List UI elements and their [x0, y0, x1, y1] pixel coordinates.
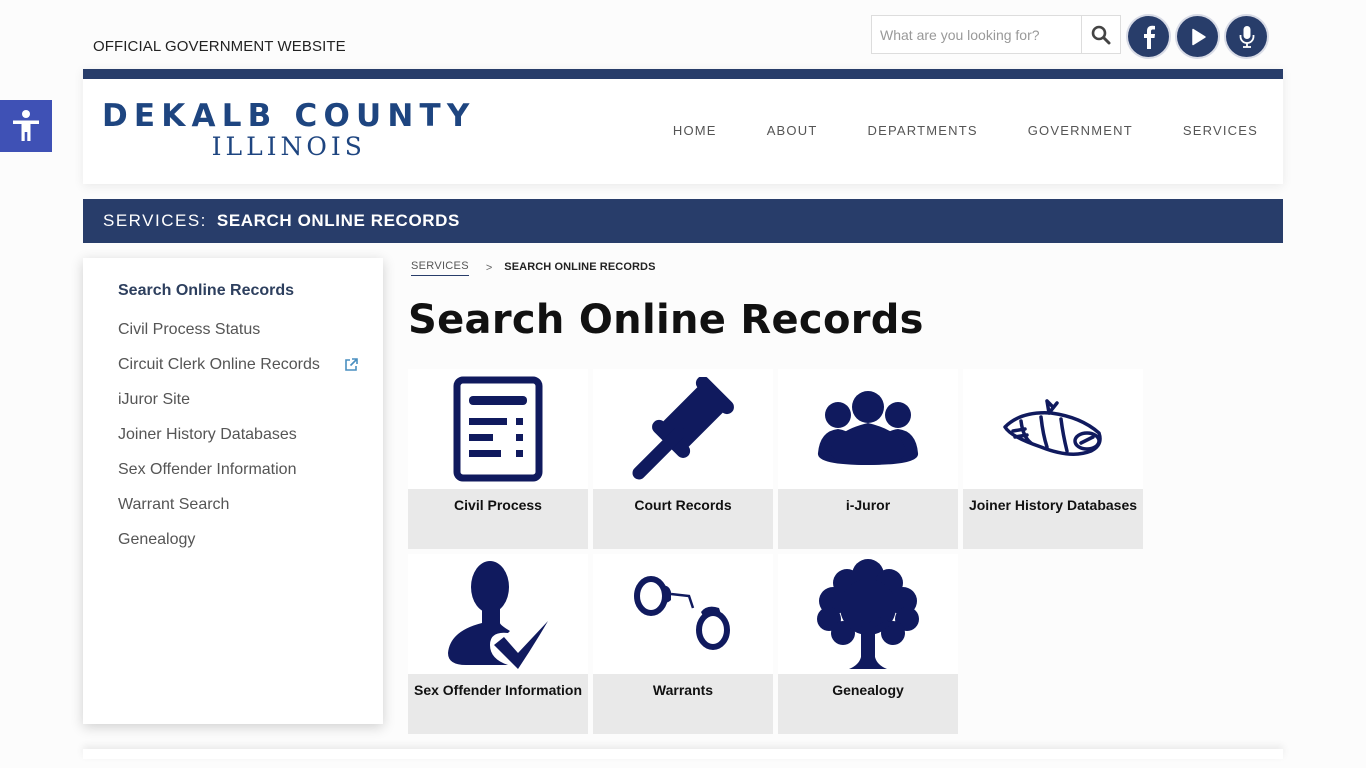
- tile-genealogy[interactable]: Genealogy: [778, 554, 958, 734]
- sidebar-item-label: Joiner History Databases: [118, 426, 297, 443]
- breadcrumb-separator: >: [485, 262, 493, 274]
- nav-about[interactable]: ABOUT: [767, 123, 818, 138]
- tile-image: [778, 369, 958, 489]
- gavel-icon: [632, 377, 734, 480]
- tile-civil-process[interactable]: Civil Process: [408, 369, 588, 549]
- nav-services[interactable]: SERVICES: [1183, 123, 1258, 138]
- page-banner: SERVICES: SEARCH ONLINE RECORDS: [83, 199, 1283, 243]
- newspaper-roll-icon: [1003, 399, 1102, 456]
- tile-label: Joiner History Databases: [963, 489, 1143, 549]
- tile-label: Sex Offender Information: [408, 674, 588, 734]
- sidebar-item-label: Civil Process Status: [118, 321, 261, 338]
- tile-label: Court Records: [593, 489, 773, 549]
- tile-court-records[interactable]: Court Records: [593, 369, 773, 549]
- sidebar-item-joiner-history[interactable]: Joiner History Databases: [118, 426, 383, 461]
- search-input[interactable]: [872, 16, 1081, 53]
- breadcrumb-current: SEARCH ONLINE RECORDS: [504, 260, 656, 273]
- podcast-button[interactable]: [1226, 16, 1267, 57]
- sidebar-item-civil-process-status[interactable]: Civil Process Status: [118, 321, 383, 356]
- site-header: DEKALB COUNTY ILLINOIS HOME ABOUT DEPART…: [83, 69, 1283, 184]
- nav-home[interactable]: HOME: [673, 123, 717, 138]
- sidebar-item-label: Warrant Search: [118, 496, 230, 513]
- tile-image: [778, 554, 958, 674]
- tile-sex-offender[interactable]: Sex Offender Information: [408, 554, 588, 734]
- breadcrumb-services[interactable]: SERVICES: [411, 260, 469, 276]
- logo-state-name: ILLINOIS: [211, 132, 366, 161]
- logo-county-name: DEKALB COUNTY: [102, 98, 476, 134]
- accessibility-icon: [13, 110, 39, 141]
- tile-image: [593, 554, 773, 674]
- sidebar-item-warrant-search[interactable]: Warrant Search: [118, 496, 383, 531]
- footer-edge: [83, 749, 1283, 759]
- tile-label: Warrants: [593, 674, 773, 734]
- handcuffs-icon: [634, 576, 730, 650]
- tile-label: i-Juror: [778, 489, 958, 549]
- tile-image: [963, 369, 1143, 489]
- tile-i-juror[interactable]: i-Juror: [778, 369, 958, 549]
- sidebar-item-label: Sex Offender Information: [118, 461, 297, 478]
- play-icon: [1191, 28, 1206, 45]
- sidebar-title[interactable]: Search Online Records: [118, 282, 383, 300]
- sidebar-item-label: Circuit Clerk Online Records: [118, 356, 320, 373]
- microphone-icon: [1239, 25, 1254, 48]
- breadcrumb: SERVICES > SEARCH ONLINE RECORDS: [411, 260, 656, 276]
- nav-departments[interactable]: DEPARTMENTS: [867, 123, 977, 138]
- facebook-button[interactable]: [1128, 16, 1169, 57]
- sidebar-item-ijuror[interactable]: iJuror Site: [118, 391, 383, 426]
- search-form: [871, 15, 1121, 54]
- sidebar-item-circuit-clerk[interactable]: Circuit Clerk Online Records: [118, 356, 383, 391]
- facebook-icon: [1143, 25, 1155, 49]
- search-icon: [1091, 25, 1111, 44]
- tile-image: [593, 369, 773, 489]
- tile-joiner-history[interactable]: Joiner History Databases: [963, 369, 1143, 549]
- group-people-icon: [817, 391, 919, 465]
- search-button[interactable]: [1081, 16, 1120, 53]
- nav-government[interactable]: GOVERNMENT: [1028, 123, 1133, 138]
- accessibility-button[interactable]: [0, 100, 52, 152]
- banner-page-name: SEARCH ONLINE RECORDS: [216, 211, 460, 230]
- external-link-icon: [344, 358, 358, 377]
- youtube-button[interactable]: [1177, 16, 1218, 57]
- site-logo[interactable]: DEKALB COUNTY ILLINOIS: [102, 99, 476, 161]
- sidebar: Search Online Records Civil Process Stat…: [83, 258, 383, 724]
- sidebar-item-label: iJuror Site: [118, 391, 191, 408]
- tile-warrants[interactable]: Warrants: [593, 554, 773, 734]
- header-accent-bar: [83, 69, 1283, 79]
- main-nav: HOME ABOUT DEPARTMENTS GOVERNMENT SERVIC…: [623, 123, 1258, 138]
- document-list-icon: [453, 376, 543, 482]
- tree-icon: [817, 559, 919, 669]
- sidebar-item-label: Genealogy: [118, 531, 196, 548]
- page-title: Search Online Records: [408, 297, 924, 343]
- tile-label: Civil Process: [408, 489, 588, 549]
- official-website-label: OFFICIAL GOVERNMENT WEBSITE: [93, 38, 346, 55]
- tile-image: [408, 369, 588, 489]
- tile-label: Genealogy: [778, 674, 958, 734]
- person-check-icon: [448, 561, 548, 669]
- sidebar-item-genealogy[interactable]: Genealogy: [118, 531, 383, 566]
- banner-section: SERVICES:: [103, 211, 207, 230]
- tile-image: [408, 554, 588, 674]
- sidebar-item-sex-offender[interactable]: Sex Offender Information: [118, 461, 383, 496]
